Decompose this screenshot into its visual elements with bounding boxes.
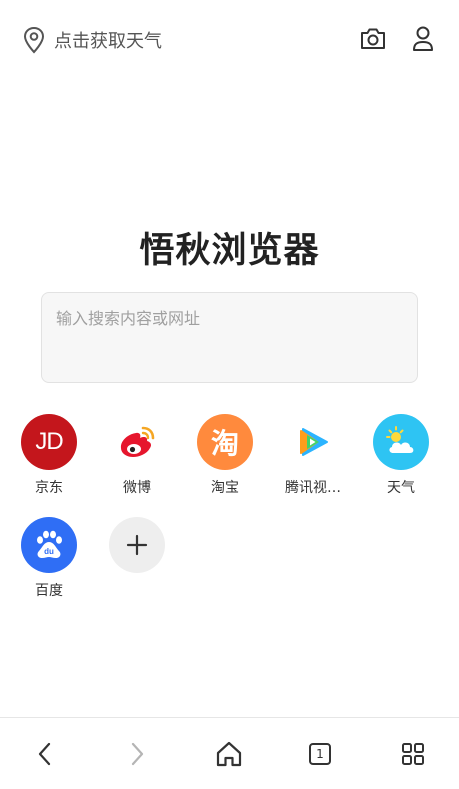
back-icon — [38, 742, 51, 766]
shortcut-baidu[interactable]: du 百度 — [9, 517, 89, 600]
search-box[interactable] — [41, 292, 418, 383]
location-weather-label: 点击获取天气 — [54, 31, 162, 52]
shortcut-label: 微博 — [123, 480, 151, 496]
tab-count: 1 — [316, 747, 324, 761]
search-input[interactable] — [56, 309, 396, 328]
shortcut-label: 百度 — [35, 583, 63, 599]
add-icon — [109, 517, 165, 573]
shortcut-taobao[interactable]: 淘 淘宝 — [185, 414, 265, 497]
back-button[interactable] — [31, 740, 59, 768]
camera-icon[interactable] — [358, 24, 388, 54]
baidu-logo-text: du — [44, 547, 54, 556]
jd-icon: JD — [21, 414, 77, 470]
grid-menu-icon — [402, 743, 424, 765]
home-button[interactable] — [215, 740, 243, 768]
shortcut-weather[interactable]: 天气 — [361, 414, 441, 497]
jd-logo-text: JD — [35, 428, 63, 455]
home-icon — [216, 741, 242, 767]
browser-title: 悟秋浏览器 — [139, 231, 320, 271]
tabs-button[interactable]: 1 — [306, 740, 334, 768]
location-pin-icon — [23, 26, 45, 54]
forward-button[interactable] — [123, 740, 151, 768]
menu-button[interactable] — [399, 740, 427, 768]
weibo-icon — [109, 414, 165, 470]
shortcut-label: 天气 — [387, 480, 415, 496]
taobao-logo-text: 淘 — [210, 427, 239, 460]
add-shortcut-button[interactable] — [97, 517, 177, 573]
location-weather-button[interactable]: 点击获取天气 — [22, 26, 162, 54]
tencent-video-icon — [285, 414, 341, 470]
shortcut-weibo[interactable]: 微博 — [97, 414, 177, 497]
shortcut-tencent-video[interactable]: 腾讯视… — [273, 414, 353, 497]
tabs-icon: 1 — [309, 743, 331, 765]
bottom-nav-bar: 1 — [0, 717, 459, 789]
taobao-icon: 淘 — [197, 414, 253, 470]
shortcut-label: 京东 — [35, 480, 63, 496]
shortcut-label: 腾讯视… — [285, 480, 341, 496]
top-bar: 点击获取天气 — [0, 0, 459, 80]
baidu-icon: du — [21, 517, 77, 573]
user-icon[interactable] — [408, 24, 438, 54]
shortcut-jd[interactable]: JD 京东 — [9, 414, 89, 497]
forward-icon — [131, 742, 144, 766]
shortcut-label: 淘宝 — [211, 480, 239, 496]
weather-icon — [373, 414, 429, 470]
